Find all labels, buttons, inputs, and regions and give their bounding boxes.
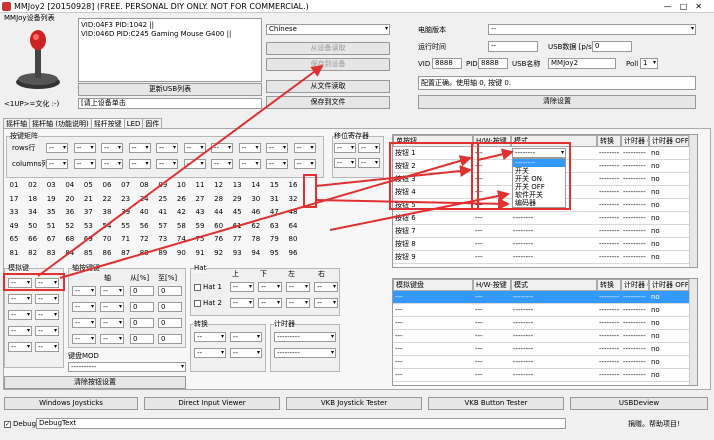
annotation-arrow (477, 148, 514, 161)
annotation-box (3, 273, 65, 291)
annotation-box (303, 174, 317, 208)
annotation-arrow (315, 165, 472, 187)
annotation-arrow (329, 190, 510, 231)
annotation-overlay (3, 64, 571, 291)
annotation-arrow (37, 64, 324, 277)
